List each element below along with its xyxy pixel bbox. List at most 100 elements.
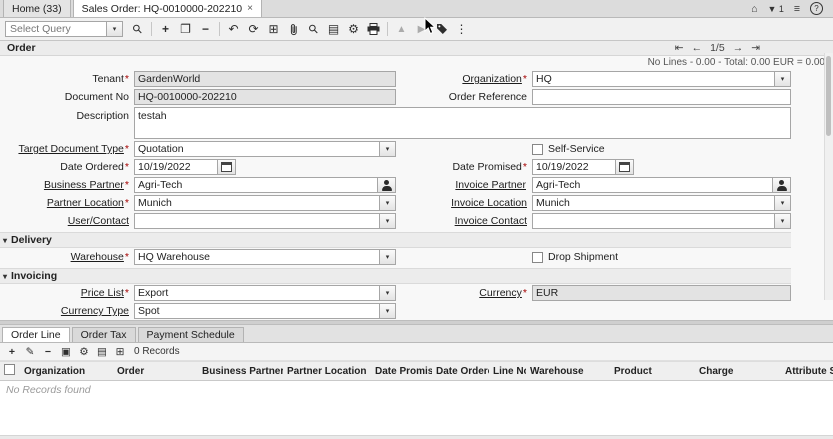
collapse-icon[interactable]: ▾ (3, 272, 7, 281)
delete-record-icon[interactable]: − (196, 20, 215, 38)
column-header-line-no[interactable]: Line No (489, 362, 526, 381)
description-field[interactable]: testah (134, 107, 791, 139)
self-service-checkbox[interactable] (532, 144, 543, 155)
chevron-down-icon[interactable]: ▾ (775, 213, 791, 229)
previous-record-icon[interactable]: ← (692, 42, 703, 54)
zoom-across-icon[interactable]: ⚲ (304, 20, 323, 38)
new-record-icon[interactable]: + (156, 20, 175, 38)
date-promised-value[interactable]: 10/19/2022 (532, 159, 616, 175)
tab-home[interactable]: Home (33) (3, 0, 71, 17)
business-partner-field[interactable]: Agri-Tech (134, 177, 396, 193)
partner-location-field[interactable]: Munich ▾ (134, 195, 396, 211)
next-record-icon[interactable]: → (733, 42, 744, 54)
collapse-icon[interactable]: ▾ (3, 236, 7, 245)
edit-line-icon[interactable]: ✎ (22, 345, 38, 359)
select-query-value[interactable]: Select Query (5, 21, 107, 37)
drop-shipment-checkbox[interactable] (532, 252, 543, 263)
partner-location-value[interactable]: Munich (134, 195, 380, 211)
invoice-contact-field[interactable]: ▾ (532, 213, 791, 229)
grid-toggle-icon[interactable]: ⊞ (264, 20, 283, 38)
invoicing-section-header[interactable]: ▾ Invoicing (0, 268, 791, 284)
invoice-contact-value[interactable] (532, 213, 775, 229)
process-line-icon[interactable]: ⚙ (76, 345, 92, 359)
organization-label[interactable]: Organization* (396, 73, 532, 85)
column-header-product[interactable]: Product (610, 362, 695, 381)
process-gear-icon[interactable]: ⚙ (344, 20, 363, 38)
column-header-date-ordered[interactable]: Date Ordered (432, 362, 489, 381)
calendar-icon[interactable] (218, 159, 236, 175)
currency-type-label[interactable]: Currency Type (0, 305, 134, 317)
chevron-down-icon[interactable]: ▾ (380, 285, 396, 301)
invoice-contact-label[interactable]: Invoice Contact (396, 215, 532, 227)
organization-value[interactable]: HQ (532, 71, 775, 87)
currency-label[interactable]: Currency* (396, 287, 532, 299)
refresh-icon[interactable]: ⟳ (244, 20, 263, 38)
target-document-type-label[interactable]: Target Document Type* (0, 143, 134, 155)
chevron-down-icon[interactable]: ▾ (380, 303, 396, 319)
chevron-down-icon[interactable]: ▾ (380, 249, 396, 265)
price-list-label[interactable]: Price List* (0, 287, 134, 299)
first-record-icon[interactable]: ⇤ (675, 42, 684, 54)
invoice-location-field[interactable]: Munich ▾ (532, 195, 791, 211)
tab-payment-schedule[interactable]: Payment Schedule (138, 327, 244, 342)
column-header-business-partner[interactable]: Business Partner (198, 362, 283, 381)
invoice-location-label[interactable]: Invoice Location (396, 197, 532, 209)
column-header-organization[interactable]: Organization (20, 362, 113, 381)
column-header-warehouse[interactable]: Warehouse (526, 362, 610, 381)
copy-record-icon[interactable]: ❐ (176, 20, 195, 38)
organization-field[interactable]: HQ ▾ (532, 71, 791, 87)
customize-grid-icon[interactable]: ⊞ (112, 345, 128, 359)
more-options-icon[interactable]: ⋮ (452, 20, 471, 38)
select-query-combobox[interactable]: Select Query ▾ (5, 21, 123, 37)
chevron-down-icon[interactable]: ▾ (380, 141, 396, 157)
warehouse-label[interactable]: Warehouse* (0, 251, 134, 263)
tab-order-line[interactable]: Order Line (2, 327, 70, 342)
column-header-order[interactable]: Order (113, 362, 198, 381)
user-contact-label[interactable]: User/Contact (0, 215, 134, 227)
invoice-partner-search-icon[interactable] (773, 177, 791, 193)
menu-icon[interactable]: ≡ (794, 3, 800, 15)
chevron-down-icon[interactable]: ▾ (775, 195, 791, 211)
tab-sales-order[interactable]: Sales Order: HQ-0010000-202210 × (73, 0, 262, 17)
order-reference-value[interactable] (532, 89, 791, 105)
tab-order-tax[interactable]: Order Tax (72, 327, 136, 342)
invoice-location-value[interactable]: Munich (532, 195, 775, 211)
export-icon[interactable]: ▤ (94, 345, 110, 359)
scrollbar-thumb[interactable] (826, 56, 831, 136)
save-line-icon[interactable]: ▣ (58, 345, 74, 359)
date-ordered-field[interactable]: 10/19/2022 (134, 159, 396, 175)
warehouse-field[interactable]: HQ Warehouse ▾ (134, 249, 396, 265)
find-icon[interactable]: ⚲ (128, 20, 147, 38)
business-partner-label[interactable]: Business Partner* (0, 179, 134, 191)
archive-icon[interactable]: ▲ (392, 20, 411, 38)
print-icon[interactable] (364, 20, 383, 38)
last-record-icon[interactable]: ⇥ (751, 42, 760, 54)
target-document-type-field[interactable]: Quotation ▾ (134, 141, 396, 157)
currency-type-field[interactable]: Spot ▾ (134, 303, 396, 319)
undo-icon[interactable]: ↶ (224, 20, 243, 38)
vertical-scrollbar[interactable] (824, 53, 833, 300)
price-list-value[interactable]: Export (134, 285, 380, 301)
invoice-partner-label[interactable]: Invoice Partner (396, 179, 532, 191)
chevron-down-icon[interactable]: ▾ (380, 213, 396, 229)
delete-line-icon[interactable]: − (40, 345, 56, 359)
report-icon[interactable]: ▤ (324, 20, 343, 38)
chevron-down-icon[interactable]: ▾ (107, 21, 123, 37)
open-windows-dropdown[interactable]: ▼ 1 (767, 4, 783, 14)
user-contact-value[interactable] (134, 213, 380, 229)
column-header-attribute-set[interactable]: Attribute Set (781, 362, 833, 381)
home-icon[interactable]: ⌂ (751, 3, 757, 15)
attachment-icon[interactable] (284, 20, 303, 38)
chevron-down-icon[interactable]: ▾ (380, 195, 396, 211)
new-line-icon[interactable]: + (4, 345, 20, 359)
chevron-down-icon[interactable]: ▾ (775, 71, 791, 87)
price-list-field[interactable]: Export ▾ (134, 285, 396, 301)
column-header-partner-location[interactable]: Partner Location (283, 362, 371, 381)
partner-location-label[interactable]: Partner Location* (0, 197, 134, 209)
target-document-type-value[interactable]: Quotation (134, 141, 380, 157)
user-contact-field[interactable]: ▾ (134, 213, 396, 229)
business-partner-value[interactable]: Agri-Tech (134, 177, 378, 193)
order-reference-field[interactable] (532, 89, 791, 105)
invoice-partner-value[interactable]: Agri-Tech (532, 177, 773, 193)
delivery-section-header[interactable]: ▾ Delivery (0, 232, 791, 248)
